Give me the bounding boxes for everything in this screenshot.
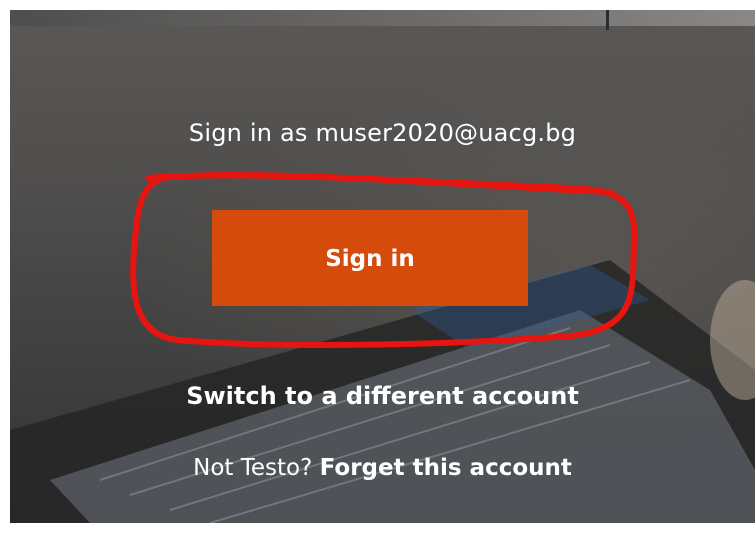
signin-as-text: Sign in as muser2020@uacg.bg bbox=[10, 119, 755, 147]
signin-as-label: Sign in as bbox=[188, 119, 308, 147]
background-panel: Sign in as muser2020@uacg.bg Sign in Swi… bbox=[10, 10, 755, 523]
not-user-text: Not Testo? bbox=[193, 455, 313, 481]
account-email: muser2020@uacg.bg bbox=[315, 119, 577, 147]
signin-screen: Sign in as muser2020@uacg.bg Sign in Swi… bbox=[0, 0, 755, 533]
switch-account-link[interactable]: Switch to a different account bbox=[10, 382, 755, 410]
sign-in-button[interactable]: Sign in bbox=[212, 210, 528, 306]
forget-account-row: Not Testo? Forget this account bbox=[10, 455, 755, 481]
forget-account-link[interactable]: Forget this account bbox=[320, 455, 572, 481]
